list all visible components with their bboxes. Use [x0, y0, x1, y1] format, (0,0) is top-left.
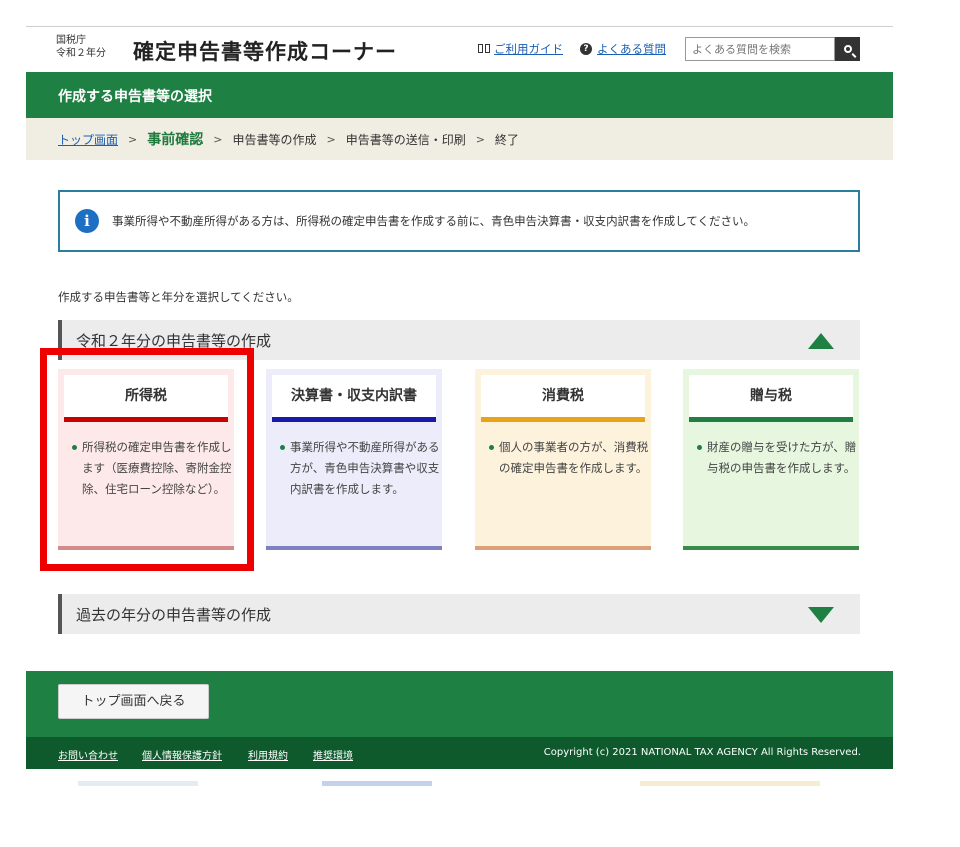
- cutoff-strip: [322, 781, 432, 786]
- footer-links: お問い合わせ 個人情報保護方針 利用規約 推奨環境 Copyright (c) …: [26, 737, 893, 769]
- triangle-up-icon[interactable]: [808, 333, 834, 349]
- breadcrumb-step: 終了: [494, 132, 519, 147]
- notice-text: 事業所得や不動産所得がある方は、所得税の確定申告書を作成する前に、青色申告決算書…: [112, 214, 755, 228]
- faq-link-wrap[interactable]: ? よくある質問: [580, 41, 666, 57]
- cutoff-strip: [640, 781, 820, 786]
- question-icon: ?: [580, 43, 592, 55]
- footer-link-terms[interactable]: 利用規約: [248, 747, 288, 762]
- footer-link-privacy[interactable]: 個人情報保護方針: [142, 747, 222, 762]
- cutoff-strip: [78, 781, 198, 786]
- section-past-years[interactable]: 過去の年分の申告書等の作成: [58, 594, 860, 634]
- card-gift-tax[interactable]: 贈与税 財産の贈与を受けた方が、贈与税の申告書を作成します。: [683, 369, 859, 550]
- guide-link-wrap[interactable]: ご利用ガイド: [478, 41, 563, 57]
- card-desc: 財産の贈与を受けた方が、贈与税の申告書を作成します。: [697, 437, 857, 479]
- search-input[interactable]: [685, 37, 835, 61]
- card-bottom-border: [266, 546, 442, 550]
- chevron-right-icon: >: [213, 132, 223, 146]
- instruction-text: 作成する申告書等と年分を選択してください。: [58, 290, 299, 304]
- card-desc: 事業所得や不動産所得がある方が、青色申告決算書や収支内訳書を作成します。: [280, 437, 440, 500]
- card-bottom-border: [683, 546, 859, 550]
- site-title: 確定申告書等作成コーナー: [133, 40, 397, 64]
- footer-link-contact[interactable]: お問い合わせ: [58, 747, 118, 762]
- card-title: 決算書・収支内訳書: [272, 375, 436, 422]
- page-heading: 作成する申告書等の選択: [58, 89, 212, 105]
- search-box: [685, 37, 860, 61]
- search-button[interactable]: [835, 37, 860, 61]
- guide-link[interactable]: ご利用ガイド: [494, 41, 563, 57]
- highlight-box: [40, 348, 254, 571]
- chevron-right-icon: >: [128, 132, 138, 146]
- card-desc: 個人の事業者の方が、消費税の確定申告書を作成します。: [489, 437, 649, 479]
- chevron-right-icon: >: [475, 132, 485, 146]
- info-icon: i: [75, 209, 99, 233]
- card-consumption-tax[interactable]: 消費税 個人の事業者の方が、消費税の確定申告書を作成します。: [475, 369, 651, 550]
- breadcrumb: トップ画面 > 事前確認 > 申告書等の作成 > 申告書等の送信・印刷 > 終了: [26, 118, 893, 160]
- agency-name: 国税庁: [56, 35, 86, 46]
- book-icon: [478, 44, 490, 54]
- card-title: 消費税: [481, 375, 645, 422]
- card-financial-statements[interactable]: 決算書・収支内訳書 事業所得や不動産所得がある方が、青色申告決算書や収支内訳書を…: [266, 369, 442, 550]
- card-bottom-border: [475, 546, 651, 550]
- faq-link[interactable]: よくある質問: [597, 41, 666, 57]
- footer: トップ画面へ戻る お問い合わせ 個人情報保護方針 利用規約 推奨環境 Copyr…: [26, 671, 893, 769]
- breadcrumb-step: 申告書等の送信・印刷: [345, 132, 466, 147]
- search-icon: [843, 45, 852, 53]
- top-divider: [26, 26, 893, 27]
- breadcrumb-current: 事前確認: [147, 132, 204, 148]
- site-header: 国税庁 令和２年分 確定申告書等作成コーナー ご利用ガイド ? よくある質問: [26, 28, 893, 72]
- chevron-right-icon: >: [326, 132, 336, 146]
- notice-box: i 事業所得や不動産所得がある方は、所得税の確定申告書を作成する前に、青色申告決…: [58, 190, 860, 252]
- agency-label: 国税庁 令和２年分: [56, 34, 106, 60]
- card-title: 贈与税: [689, 375, 853, 422]
- footer-link-environment[interactable]: 推奨環境: [313, 747, 353, 762]
- page-heading-bar: 作成する申告書等の選択: [26, 72, 893, 118]
- copyright: Copyright (c) 2021 NATIONAL TAX AGENCY A…: [543, 747, 861, 758]
- section-past-title: 過去の年分の申告書等の作成: [76, 606, 272, 624]
- triangle-down-icon[interactable]: [808, 607, 834, 623]
- breadcrumb-step: 申告書等の作成: [232, 132, 317, 147]
- fiscal-year: 令和２年分: [56, 48, 106, 59]
- back-to-top-button[interactable]: トップ画面へ戻る: [58, 684, 209, 719]
- breadcrumb-top[interactable]: トップ画面: [58, 131, 118, 148]
